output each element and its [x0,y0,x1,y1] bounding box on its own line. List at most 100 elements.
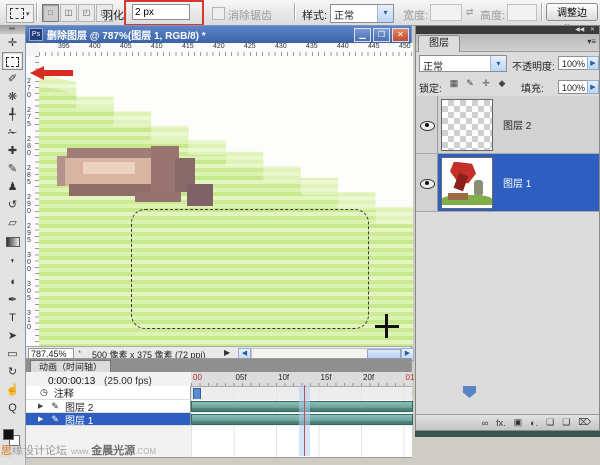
brush-icon: ✎ [51,401,59,412]
layers-panel: ◀◀ ✕ 图层 ▾≡ 正常 ▾ 不透明度: 100% ▶ 锁定: ▦✎✛◆ 填充… [415,25,600,431]
tab-layers[interactable]: 图层 [418,35,460,52]
layers-panel-bottombar: ∞ fx. ▣ ◐. ❏ ❑ ⌦ [416,414,599,430]
expand-triangle-icon[interactable]: ▶ [38,402,43,410]
layer-style-icon[interactable]: fx. [496,418,506,428]
pixelated-artwork [135,192,181,202]
clone-stamp-tool[interactable]: ♟ [2,178,23,196]
visibility-toggle[interactable] [416,154,438,211]
status-flyout-arrow-icon[interactable]: ▶ [224,348,230,357]
lock-position-icon[interactable]: ✛ [480,78,492,89]
canvas[interactable] [39,56,413,346]
layer-row[interactable]: 图层 1 [416,154,599,212]
lasso-tool[interactable]: ✐ [2,70,23,88]
h-ruler-label: 445 [368,43,380,50]
chevron-down-icon: ▾ [26,10,30,18]
timeline-row-header[interactable]: ▶✎图层 1 [26,413,191,426]
photoshop-doc-icon: Ps [29,28,43,41]
h-ruler-label: 435 [306,43,318,50]
restore-button[interactable]: ❐ [373,28,390,42]
antialias-checkbox[interactable] [212,7,225,20]
v-ruler-label: 310 [27,310,34,331]
pen-tool[interactable]: ✒ [2,291,23,309]
healing-brush-tool[interactable]: ✚ [2,142,23,160]
swap-width-height-icon: ⇄ [466,7,474,18]
dodge-tool[interactable]: ◖ [2,273,23,291]
document-titlebar[interactable]: Ps 删除图层 @ 787%(图层 1, RGB/8) * ▁ ❐ ✕ [26,26,411,43]
timeline-rows: ◷注释▶✎图层 2▶✎图层 1 [26,386,413,444]
blur-tool[interactable]: ❜ [2,255,23,273]
panel-titlebar: ◀◀ ✕ [416,26,599,34]
stopwatch-icon[interactable]: ◷ [40,387,48,398]
foreground-color-swatch[interactable] [3,429,14,440]
timeline-tick-label: 05f [236,373,247,382]
quick-selection-tool[interactable]: ❋ [2,88,23,106]
zoom-tool[interactable]: Q [2,399,23,417]
timeline-tabbar: 动画（时间轴） [26,359,411,372]
watermark-text: 缘设计论坛 [12,445,67,457]
crop-tool[interactable]: ╃ [2,106,23,124]
layer-row[interactable]: 图层 2 [416,96,599,154]
feather-input[interactable] [132,4,190,20]
eraser-tool[interactable]: ▱ [2,214,23,232]
new-group-icon[interactable]: ❏ [546,417,554,428]
lock-buttons: ▦ ✎ ✛ ◆ [448,78,508,89]
timeline-row-header[interactable]: ◷注释 [26,386,191,400]
opacity-field[interactable]: 100% [558,56,588,70]
panel-menu-icon[interactable]: ▾≡ [587,37,596,46]
style-label: 样式: [302,7,327,23]
blend-mode-select[interactable]: 正常 ▾ [419,55,507,72]
chevron-down-icon[interactable]: ▾ [490,56,506,71]
v-ruler-label: 285 [27,165,34,186]
move-tool[interactable]: ✛ [2,34,23,52]
brush-tool[interactable]: ✎ [2,160,23,178]
gradient-tool[interactable] [2,237,23,255]
link-layers-icon[interactable]: ∞ [482,418,488,428]
rectangular-marquee-tool[interactable] [2,52,23,70]
timeline-row-header[interactable]: ▶✎图层 2 [26,400,191,413]
lock-all-icon[interactable]: ◆ [496,78,508,89]
new-layer-icon[interactable]: ❑ [562,417,570,428]
selection-mode-button-2[interactable]: ◰ [78,4,95,22]
marquee-selection[interactable] [131,209,369,329]
ruler-origin-corner[interactable] [26,43,40,57]
shape-tool[interactable]: ▭ [2,345,23,363]
thumbnail-art [474,180,483,196]
lock-transparency-icon[interactable]: ▦ [448,78,460,89]
opacity-spinner-icon[interactable]: ▶ [587,56,599,70]
delete-layer-icon[interactable]: ⌦ [578,417,591,428]
lock-pixels-icon[interactable]: ✎ [464,78,476,89]
clock-icon: ◔ [76,347,81,357]
selection-mode-button-1[interactable]: ◫ [60,4,77,22]
path-selection-tool[interactable]: ➤ [2,327,23,345]
type-tool[interactable]: T [2,309,23,327]
refine-edge-button[interactable]: 调整边缘... [546,3,598,21]
expand-triangle-icon[interactable]: ▶ [38,415,43,423]
minimize-button[interactable]: ▁ [354,28,371,42]
style-select[interactable]: 正常 ▾ [330,4,394,23]
fill-spinner-icon[interactable]: ▶ [587,80,599,94]
chevron-down-icon[interactable]: ▾ [377,5,393,22]
visibility-toggle[interactable] [416,96,438,153]
close-button[interactable]: ✕ [392,28,409,42]
3d-rotate-tool[interactable]: ↻ [2,363,23,381]
history-brush-tool[interactable]: ↺ [2,196,23,214]
timeline-ruler[interactable]: 0005f10f15f20f01:0 [191,372,412,387]
collapse-panel-icon[interactable]: ◀◀ [575,27,584,33]
layer-mask-icon[interactable]: ▣ [514,417,523,428]
opacity-label: 不透明度: [512,58,555,73]
arrow-head [30,66,44,80]
fill-field[interactable]: 100% [558,80,588,94]
tool-preset-picker[interactable]: ▾ [6,4,34,23]
timeline-tick-label: 00 [193,373,202,382]
v-ruler-label: 290 [27,194,34,215]
close-panel-icon[interactable]: ✕ [590,27,595,33]
hand-tool[interactable]: ☝ [2,381,23,399]
slice-tool[interactable]: ✁ [2,124,23,142]
selection-mode-button-0[interactable]: □ [42,4,59,22]
timeline-tick-label: 15f [321,373,332,382]
style-value: 正常 [331,5,377,22]
adjustment-layer-icon[interactable]: ◐. [530,418,538,428]
toolbox-grip[interactable]: ▸▸ [0,25,25,34]
h-ruler-label: 410 [151,43,163,50]
timeline-row[interactable]: ▶✎图层 1 [26,413,413,426]
